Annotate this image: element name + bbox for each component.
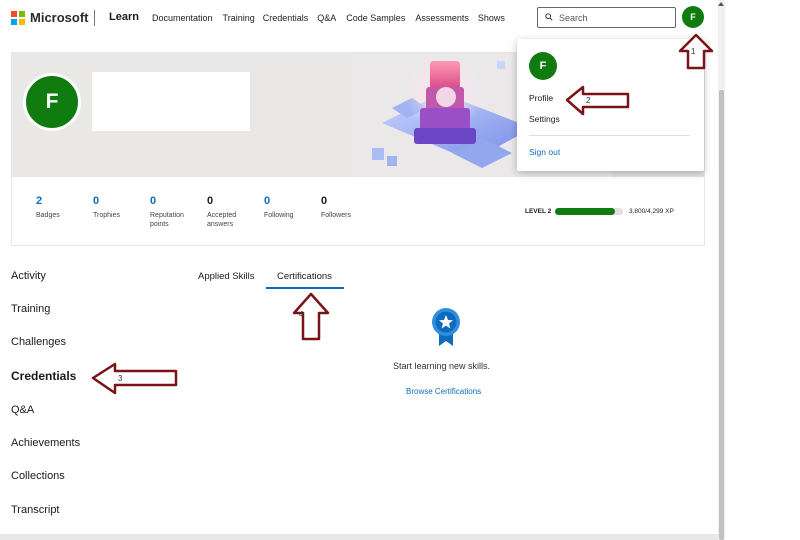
stat-value: 2 bbox=[36, 195, 43, 207]
sidebar-item-qa[interactable]: Q&A bbox=[11, 404, 34, 416]
xp-progress-fill bbox=[555, 208, 616, 215]
stat-badges[interactable]: 2 Badges bbox=[36, 195, 93, 229]
annotation-arrow-left-icon bbox=[565, 85, 630, 116]
active-tab-indicator bbox=[266, 287, 344, 289]
level-label: LEVEL 2 bbox=[525, 208, 552, 215]
stat-followers: 0 Followers bbox=[321, 195, 378, 229]
nav-documentation[interactable]: Documentation bbox=[152, 13, 213, 23]
stat-label: Reputation points bbox=[150, 212, 184, 228]
empty-state-message: Start learning new skills. bbox=[393, 361, 491, 371]
stat-value: 0 bbox=[93, 195, 100, 207]
learn-home-link[interactable]: Learn bbox=[109, 11, 139, 23]
stat-label: Following bbox=[264, 212, 294, 219]
stat-trophies[interactable]: 0 Trophies bbox=[93, 195, 150, 229]
stat-label: Accepted answers bbox=[207, 212, 237, 228]
sidebar-item-achievements[interactable]: Achievements bbox=[11, 437, 80, 449]
stat-following[interactable]: 0 Following bbox=[264, 195, 321, 229]
annotation-label: 2 bbox=[586, 96, 591, 105]
scroll-up-icon[interactable] bbox=[718, 2, 724, 6]
nav-shows[interactable]: Shows bbox=[478, 13, 505, 23]
microsoft-brand[interactable]: Microsoft bbox=[30, 10, 89, 25]
nav-qa[interactable]: Q&A bbox=[317, 13, 336, 23]
nav-credentials[interactable]: Credentials bbox=[263, 13, 309, 23]
stat-label: Trophies bbox=[93, 212, 120, 219]
scroll-thumb[interactable] bbox=[719, 90, 724, 540]
annotation-label: 4 bbox=[299, 310, 304, 319]
microsoft-logo-icon[interactable] bbox=[11, 11, 25, 25]
annotation-arrow-up-icon bbox=[292, 292, 330, 341]
browse-certifications-link[interactable]: Browse Certifications bbox=[406, 387, 481, 396]
stat-value: 0 bbox=[207, 195, 214, 207]
horizontal-scrollbar[interactable] bbox=[0, 534, 718, 540]
search-icon bbox=[545, 13, 553, 21]
vertical-scrollbar[interactable] bbox=[718, 0, 725, 540]
xp-text: 3,800/4,299 XP bbox=[629, 208, 674, 215]
nav-code-samples[interactable]: Code Samples bbox=[346, 13, 405, 23]
sidebar-item-collections[interactable]: Collections bbox=[11, 470, 65, 482]
tab-applied-skills[interactable]: Applied Skills bbox=[198, 271, 255, 282]
header-divider bbox=[94, 10, 95, 26]
xp-progress-bar bbox=[555, 208, 623, 215]
menu-signout-link[interactable]: Sign out bbox=[529, 147, 560, 157]
annotation-label: 3 bbox=[118, 374, 123, 383]
stat-accepted-answers: 0 Accepted answers bbox=[207, 195, 264, 229]
profile-name-redacted bbox=[92, 72, 250, 131]
profile-stats: 2 Badges 0 Trophies 0 Reputation points … bbox=[36, 195, 378, 229]
annotation-label: 1 bbox=[691, 47, 696, 56]
menu-profile-link[interactable]: Profile bbox=[529, 93, 553, 103]
top-header: Microsoft Learn Documentation Training C… bbox=[0, 0, 718, 36]
sidebar-item-transcript[interactable]: Transcript bbox=[11, 504, 60, 516]
annotation-arrow-up-icon bbox=[678, 33, 714, 70]
nav-training[interactable]: Training bbox=[223, 13, 255, 23]
stat-label: Badges bbox=[36, 212, 60, 219]
stat-value: 0 bbox=[321, 195, 328, 207]
stat-value: 0 bbox=[150, 195, 157, 207]
search-placeholder: Search bbox=[559, 13, 588, 23]
sidebar-item-credentials[interactable]: Credentials bbox=[11, 369, 76, 383]
menu-divider bbox=[529, 135, 690, 136]
stat-value: 0 bbox=[264, 195, 271, 207]
tab-certifications[interactable]: Certifications bbox=[277, 271, 332, 282]
stat-reputation[interactable]: 0 Reputation points bbox=[150, 195, 207, 229]
top-nav: Documentation Training Credentials Q&A C… bbox=[152, 13, 505, 23]
annotation-arrow-left-icon bbox=[91, 362, 178, 395]
sidebar-item-activity[interactable]: Activity bbox=[11, 270, 46, 282]
nav-assessments[interactable]: Assessments bbox=[415, 13, 469, 23]
certification-badge-icon bbox=[432, 308, 460, 346]
sidebar-item-training[interactable]: Training bbox=[11, 303, 50, 315]
search-input[interactable]: Search bbox=[537, 7, 676, 28]
stat-label: Followers bbox=[321, 212, 351, 219]
menu-settings-link[interactable]: Settings bbox=[529, 114, 560, 124]
user-avatar-button[interactable]: F bbox=[682, 6, 704, 28]
sidebar-item-challenges[interactable]: Challenges bbox=[11, 336, 66, 348]
menu-avatar: F bbox=[529, 52, 557, 80]
profile-avatar: F bbox=[23, 73, 81, 131]
